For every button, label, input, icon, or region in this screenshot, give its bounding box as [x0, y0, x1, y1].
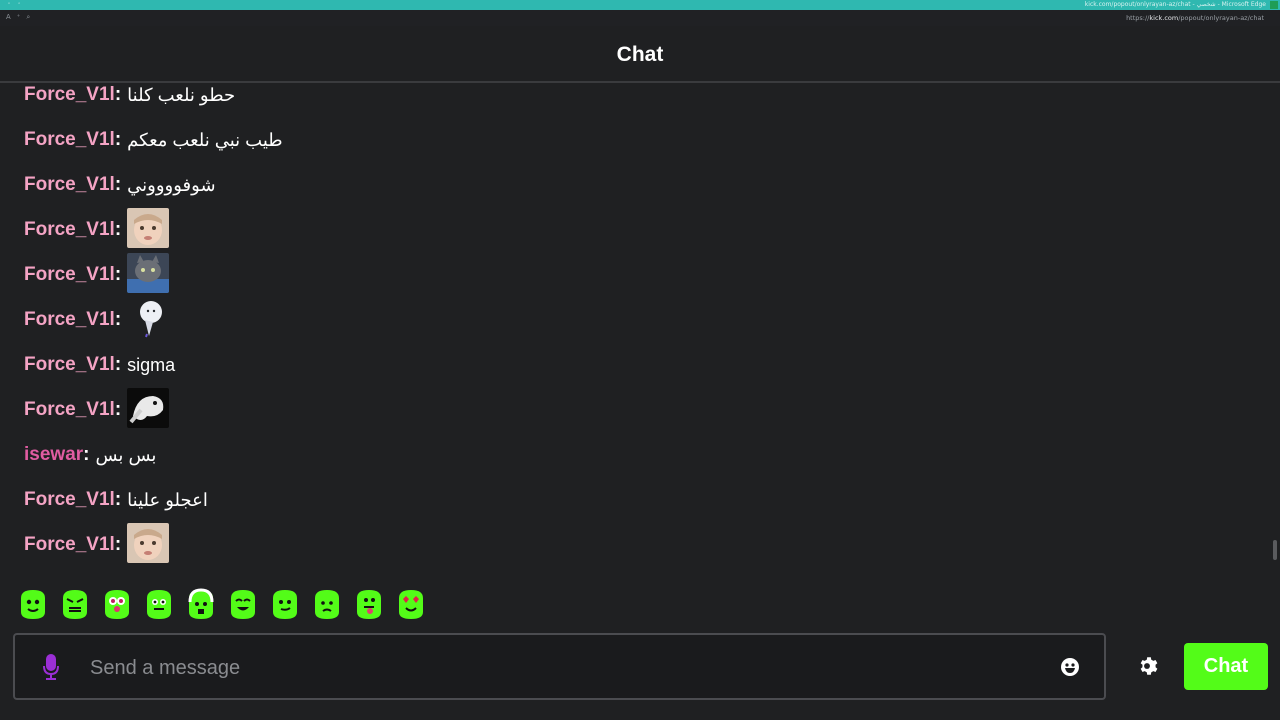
kick-emote-sad[interactable]: [312, 588, 342, 620]
window-title: kick.com/popout/onlyrayan-az/chat - ‏شخص…: [1084, 1, 1266, 8]
kick-emote-angry[interactable]: [60, 588, 90, 620]
message-separator: :: [114, 399, 122, 420]
kick-emote-smile[interactable]: [18, 588, 48, 620]
message-separator: :: [83, 444, 90, 465]
message-text: اعجلو علينا: [127, 489, 208, 510]
chat-message: Force_V1l: sigma: [24, 343, 175, 387]
message-separator: :: [114, 129, 122, 150]
kick-emote-tongue[interactable]: [354, 588, 384, 620]
microphone-icon[interactable]: [41, 652, 61, 682]
message-text: حطو نلعب كلنا: [127, 84, 236, 105]
browser-title-bar: ◦◦ kick.com/popout/onlyrayan-az/chat - ‏…: [0, 0, 1280, 10]
message-separator: :: [114, 309, 122, 330]
message-separator: :: [114, 84, 122, 105]
message-separator: :: [114, 219, 122, 240]
chat-message: isewar: بس بس: [24, 433, 156, 477]
chat-message: Force_V1l: طيب نبي نلعب معكم: [24, 118, 283, 162]
gear-icon[interactable]: [1136, 655, 1158, 677]
message-input-box[interactable]: Send a message: [13, 633, 1106, 700]
kick-emote-grin[interactable]: [144, 588, 174, 620]
kick-emote-happy[interactable]: [228, 588, 258, 620]
message-username[interactable]: Force_V1l: [24, 264, 115, 286]
chat-message: Force_V1l: حطو نلعب كلنا: [24, 84, 235, 117]
message-text: بس بس: [95, 444, 157, 465]
chat-message: Force_V1l:: [24, 207, 170, 253]
message-separator: :: [114, 534, 122, 555]
address-bar: A⁺⌕ https://kick.com/popout/onlyrayan-az…: [0, 10, 1280, 26]
cat-emote[interactable]: [127, 252, 170, 298]
baby-face-emote[interactable]: [127, 207, 170, 253]
reader-icon[interactable]: A⁺⌕: [6, 13, 36, 22]
message-username[interactable]: Force_V1l: [24, 399, 115, 421]
message-text: sigma: [127, 354, 176, 375]
message-username[interactable]: Force_V1l: [24, 174, 115, 196]
message-username[interactable]: Force_V1l: [24, 84, 115, 106]
page-title: Chat: [616, 43, 664, 66]
smiley-icon[interactable]: [1060, 657, 1080, 677]
url-text[interactable]: https://kick.com/popout/onlyrayan-az/cha…: [1126, 14, 1264, 22]
chat-message: Force_V1l: شوفووووني: [24, 163, 216, 207]
message-text: شوفووووني: [127, 174, 216, 195]
message-separator: :: [114, 489, 122, 510]
send-chat-button[interactable]: Chat: [1184, 643, 1268, 690]
kick-emote-smirk[interactable]: [270, 588, 300, 620]
kick-emote-clown[interactable]: [102, 588, 132, 620]
message-username[interactable]: Force_V1l: [24, 534, 115, 556]
kick-emote-love[interactable]: [396, 588, 426, 620]
message-username[interactable]: Force_V1l: [24, 219, 115, 241]
message-text: طيب نبي نلعب معكم: [127, 129, 283, 150]
message-separator: :: [114, 264, 122, 285]
kick-emote-headphones[interactable]: [186, 588, 216, 620]
message-username[interactable]: Force_V1l: [24, 489, 115, 511]
chat-header: Chat: [0, 26, 1280, 83]
baby-face-emote[interactable]: [127, 522, 170, 565]
chat-message-list[interactable]: Force_V1l: حطو نلعب كلنا Force_V1l: طيب نبي…: [0, 84, 1280, 564]
message-username[interactable]: Force_V1l: [24, 309, 115, 331]
chat-message: Force_V1l:: [24, 522, 170, 565]
chat-message: Force_V1l:: [24, 252, 170, 298]
quick-emote-bar: [18, 588, 426, 624]
window-icons: ◦◦: [8, 1, 29, 7]
ghost-figure-emote[interactable]: [127, 297, 170, 343]
message-separator: :: [114, 174, 122, 195]
dog-emote[interactable]: [127, 387, 170, 433]
message-username[interactable]: Force_V1l: [24, 129, 115, 151]
message-separator: :: [114, 354, 122, 375]
scrollbar[interactable]: [1273, 540, 1277, 560]
chat-message: Force_V1l:: [24, 387, 170, 433]
close-window-button[interactable]: [1270, 1, 1278, 9]
chat-message: Force_V1l:: [24, 297, 170, 343]
chat-message: Force_V1l: اعجلو علينا: [24, 478, 208, 522]
message-username[interactable]: Force_V1l: [24, 354, 115, 376]
message-username[interactable]: isewar: [24, 444, 83, 466]
message-input[interactable]: Send a message: [90, 657, 240, 680]
